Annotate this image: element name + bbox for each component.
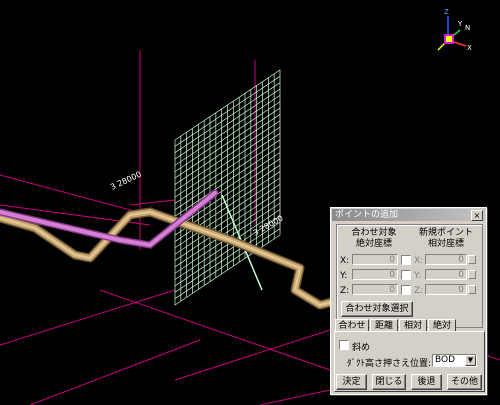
dialog-title-bar[interactable]: ポイントの追加 × [332, 209, 485, 221]
diagonal-checkbox[interactable] [339, 340, 349, 350]
duct-height-label: ﾀﾞｸﾄ高さ押さえ位置: [347, 359, 432, 369]
close-button[interactable]: 閉じる [372, 374, 406, 390]
duct-height-value: BOD [435, 355, 456, 365]
new-y-field[interactable]: 0 [425, 269, 467, 280]
axis-y-label: Y [457, 20, 463, 28]
chevron-down-icon[interactable]: ▼ [465, 355, 476, 366]
axis-n-label: N [465, 24, 470, 32]
other-button[interactable]: その他 [447, 374, 482, 390]
z-label: Z: [340, 286, 350, 296]
new-x-spinner[interactable] [468, 255, 476, 264]
new-x-field[interactable]: 0 [425, 254, 467, 265]
new-y-label: Y: [414, 271, 422, 281]
target-x-field[interactable]: 0 [352, 254, 398, 265]
axis-x-label: X [467, 44, 472, 52]
new-z-spinner[interactable] [468, 285, 476, 294]
new-z-label: Z: [414, 286, 424, 296]
target-x-checkbox[interactable] [401, 255, 411, 265]
back-button[interactable]: 後退 [411, 374, 442, 390]
diagonal-label: 斜め [352, 343, 371, 353]
duct-height-select[interactable]: BOD ▼ [432, 354, 477, 367]
grid-plane [174, 69, 281, 306]
new-point-relative-header: 新規ポイント 相対座標 [418, 228, 473, 249]
axis-gizmo: Z Y N X [437, 8, 472, 52]
new-y-spinner[interactable] [468, 270, 476, 279]
ok-button[interactable]: 決定 [336, 374, 367, 390]
axis-z-label: Z [444, 8, 449, 16]
add-point-dialog: ポイントの追加 × 合わせ対象 絶対座標 新規ポイント 相対座標 X: 0 X:… [330, 207, 487, 395]
new-x-label: X: [414, 256, 424, 266]
dialog-title: ポイントの追加 [335, 210, 399, 220]
target-absolute-header: 合わせ対象 絶対座標 [351, 228, 397, 249]
select-target-button[interactable]: 合わせ対象選択 [341, 301, 413, 317]
close-icon[interactable]: × [471, 210, 483, 221]
y-label: Y: [340, 271, 348, 281]
target-y-checkbox[interactable] [401, 270, 411, 280]
x-label: X: [340, 256, 350, 266]
target-z-checkbox[interactable] [401, 285, 411, 295]
new-z-field[interactable]: 0 [425, 284, 467, 295]
target-y-field[interactable]: 0 [352, 269, 398, 280]
grid-label: 3 28000 [109, 170, 143, 192]
target-z-field[interactable]: 0 [352, 284, 398, 295]
